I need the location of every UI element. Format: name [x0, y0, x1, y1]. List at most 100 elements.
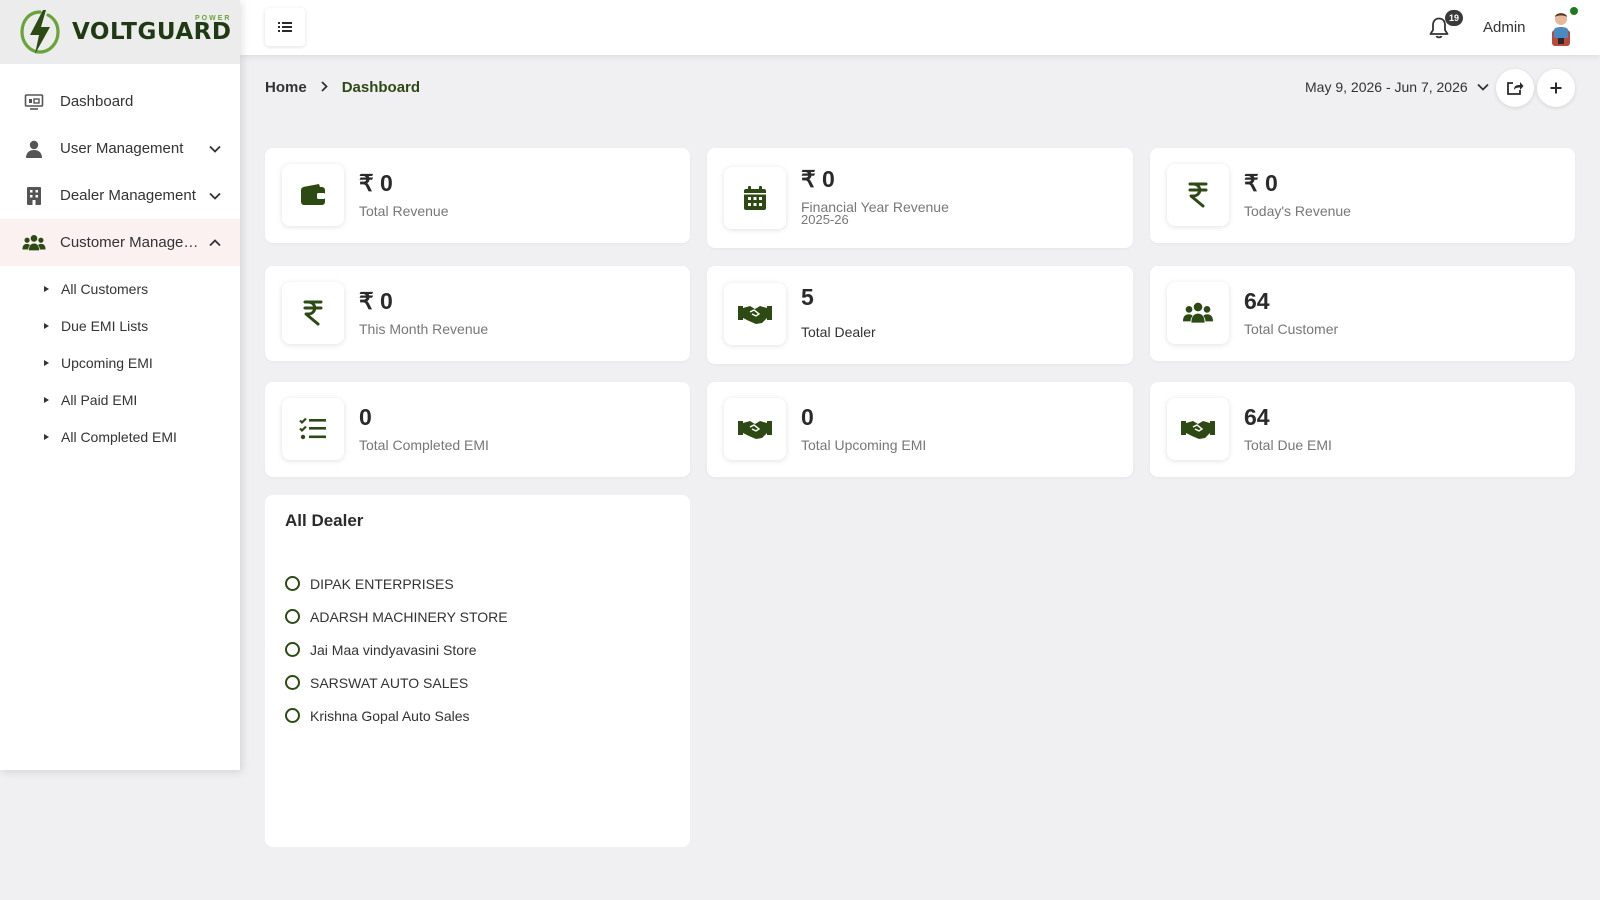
stat-card-total-upcoming-emi[interactable]: 0 Total Upcoming EMI — [707, 382, 1133, 477]
circle-icon — [285, 675, 300, 690]
stat-card-total-revenue[interactable]: ₹ 0 Total Revenue — [265, 148, 690, 243]
add-button[interactable] — [1537, 69, 1575, 107]
logo[interactable]: POWER VOLTGUARD — [0, 0, 240, 64]
stat-card-total-dealer[interactable]: 5 Total Dealer — [707, 266, 1133, 364]
stat-label: Total Upcoming EMI — [801, 437, 927, 453]
dealer-list: DIPAK ENTERPRISES ADARSH MACHINERY STORE… — [285, 567, 508, 732]
dashboard-icon — [22, 90, 46, 114]
sidebar-nav: Dashboard User Management Dealer Managem… — [0, 64, 240, 455]
building-icon — [22, 184, 46, 208]
submenu-item-all-completed-emi[interactable]: All Completed EMI — [0, 418, 240, 455]
wallet-icon — [282, 164, 344, 226]
dealer-name: SARSWAT AUTO SALES — [310, 674, 469, 691]
stat-value: ₹ 0 — [359, 170, 393, 196]
share-icon — [1507, 82, 1524, 95]
submenu-item-all-paid-emi[interactable]: All Paid EMI — [0, 381, 240, 418]
list-item[interactable]: ADARSH MACHINERY STORE — [285, 600, 508, 633]
sidebar-item-dealer-management[interactable]: Dealer Management — [0, 172, 240, 219]
menu-toggle-button[interactable] — [265, 8, 305, 46]
caret-right-icon — [44, 322, 49, 329]
list-item[interactable]: SARSWAT AUTO SALES — [285, 666, 508, 699]
stat-sublabel: 2025-26 — [801, 212, 849, 227]
logo-text: VOLTGUARD — [72, 19, 232, 45]
stat-value: ₹ 0 — [801, 166, 835, 192]
sidebar-item-label: Dealer Management — [60, 187, 196, 204]
sidebar-item-dashboard[interactable]: Dashboard — [0, 78, 240, 125]
logo-tagline: POWER — [194, 15, 232, 22]
chevron-right-icon — [321, 79, 328, 96]
users-icon — [22, 231, 46, 255]
sidebar-item-customer-management[interactable]: Customer Management — [0, 219, 240, 266]
sidebar-item-label: Dashboard — [60, 93, 134, 110]
list-icon — [278, 22, 292, 32]
stat-label: Total Completed EMI — [359, 437, 489, 453]
caret-right-icon — [44, 359, 49, 366]
list-item[interactable]: Krishna Gopal Auto Sales — [285, 699, 508, 732]
chevron-up-icon — [208, 236, 222, 250]
top-bar: 19 Admin — [240, 0, 1600, 55]
stat-value: 5 — [801, 284, 814, 310]
dealer-name: DIPAK ENTERPRISES — [310, 575, 454, 592]
circle-icon — [285, 708, 300, 723]
date-range-picker[interactable]: May 9, 2026 - Jun 7, 2026 — [1305, 79, 1490, 95]
stat-card-todays-revenue[interactable]: ₹ 0 Today's Revenue — [1150, 148, 1575, 243]
list-item[interactable]: Jai Maa vindyavasini Store — [285, 633, 508, 666]
stat-card-total-completed-emi[interactable]: 0 Total Completed EMI — [265, 382, 690, 477]
caret-right-icon — [44, 285, 49, 292]
submenu-item-due-emi-lists[interactable]: Due EMI Lists — [0, 307, 240, 344]
stat-card-financial-year-revenue[interactable]: ₹ 0 Financial Year Revenue 2025-26 — [707, 148, 1133, 248]
rupee-icon — [1167, 164, 1229, 226]
stat-value: 64 — [1244, 288, 1270, 314]
submenu-item-label: Due EMI Lists — [61, 317, 149, 334]
caret-right-icon — [44, 433, 49, 440]
user-name[interactable]: Admin — [1483, 19, 1526, 36]
submenu-item-upcoming-emi[interactable]: Upcoming EMI — [0, 344, 240, 381]
checklist-icon — [282, 398, 344, 460]
stat-value: 0 — [359, 404, 372, 430]
stat-label: Total Due EMI — [1244, 437, 1332, 453]
dealer-list-title: All Dealer — [285, 511, 364, 530]
stat-value: 0 — [801, 404, 814, 430]
stat-card-total-customer[interactable]: 64 Total Customer — [1150, 266, 1575, 361]
submenu-item-all-customers[interactable]: All Customers — [0, 270, 240, 307]
handshake-icon — [1167, 398, 1229, 460]
chevron-down-icon — [1476, 80, 1490, 94]
lightning-logo-icon — [18, 7, 62, 57]
dealer-name: Jai Maa vindyavasini Store — [310, 641, 477, 658]
stat-value: ₹ 0 — [359, 288, 393, 314]
dealer-name: Krishna Gopal Auto Sales — [310, 707, 470, 724]
handshake-icon — [724, 398, 786, 460]
circle-icon — [285, 642, 300, 657]
date-range-label: May 9, 2026 - Jun 7, 2026 — [1305, 79, 1468, 95]
stat-label: Total Revenue — [359, 203, 449, 219]
sidebar-item-label: Customer Management — [60, 234, 208, 251]
breadcrumb: Home Dashboard — [265, 79, 420, 96]
handshake-icon — [724, 283, 786, 345]
sidebar-item-user-management[interactable]: User Management — [0, 125, 240, 172]
sidebar-item-label: User Management — [60, 140, 184, 157]
chevron-down-icon — [208, 189, 222, 203]
stat-card-total-due-emi[interactable]: 64 Total Due EMI — [1150, 382, 1575, 477]
submenu-item-label: All Customers — [61, 280, 149, 297]
breadcrumb-home-link[interactable]: Home — [265, 79, 307, 96]
notification-badge: 19 — [1445, 10, 1463, 26]
plus-icon — [1550, 82, 1562, 94]
stat-value: 64 — [1244, 404, 1270, 430]
stat-card-this-month-revenue[interactable]: ₹ 0 This Month Revenue — [265, 266, 690, 361]
sidebar: POWER VOLTGUARD Dashboard User Managemen… — [0, 0, 240, 770]
circle-icon — [285, 576, 300, 591]
export-button[interactable] — [1496, 69, 1534, 107]
customer-submenu: All Customers Due EMI Lists Upcoming EMI… — [0, 266, 240, 455]
chevron-down-icon — [208, 142, 222, 156]
online-status-dot — [1569, 6, 1579, 16]
list-item[interactable]: DIPAK ENTERPRISES — [285, 567, 508, 600]
caret-right-icon — [44, 396, 49, 403]
stat-label: Total Customer — [1244, 321, 1339, 337]
submenu-item-label: Upcoming EMI — [61, 354, 153, 371]
user-icon — [22, 137, 46, 161]
stat-label: Total Dealer — [801, 324, 876, 340]
circle-icon — [285, 609, 300, 624]
rupee-icon — [282, 282, 344, 344]
submenu-item-label: All Paid EMI — [61, 391, 138, 408]
calendar-icon — [724, 167, 786, 229]
